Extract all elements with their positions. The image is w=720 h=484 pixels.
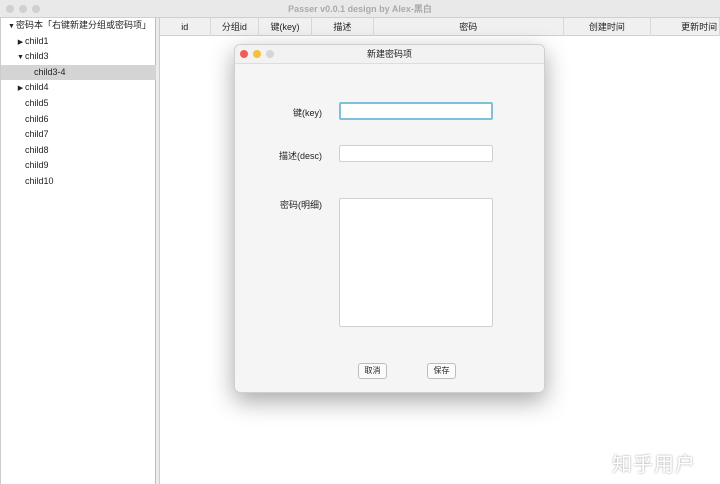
dialog-minimize-button[interactable] xyxy=(253,50,261,58)
window-titlebar: Passer v0.0.1 design by Alex-黑白 xyxy=(0,0,720,18)
watermark: 知乎用户 xyxy=(612,454,696,476)
dialog-titlebar: 新建密码项 xyxy=(235,45,544,64)
new-password-dialog: 新建密码项 键(key) 描述(desc) 密码(明细) 取消 保存 xyxy=(234,44,545,393)
desc-input[interactable] xyxy=(339,145,493,162)
column-header-updated[interactable]: 更新时间 xyxy=(651,18,720,36)
dialog-zoom-button[interactable] xyxy=(266,50,274,58)
column-header-id[interactable]: id xyxy=(160,18,211,36)
password-textarea[interactable] xyxy=(339,198,493,327)
chevron-down-icon[interactable]: ▼ xyxy=(16,50,25,66)
column-header-key[interactable]: 键(key) xyxy=(259,18,312,36)
tree-item-label: child8 xyxy=(25,144,49,155)
tree-item[interactable]: child8 xyxy=(1,143,156,159)
cancel-button[interactable]: 取消 xyxy=(358,363,387,379)
tree-item[interactable]: child6 xyxy=(1,112,156,128)
tree-root-label: 密码本「右键新建分组或密码项」 xyxy=(16,20,152,30)
dialog-title: 新建密码项 xyxy=(366,49,412,59)
save-button[interactable]: 保存 xyxy=(427,363,456,379)
key-input[interactable] xyxy=(339,102,493,120)
tree-item-label: child5 xyxy=(25,98,49,108)
window-title: Passer v0.0.1 design by Alex-黑白 xyxy=(288,4,432,14)
tree-item-label: child9 xyxy=(25,160,49,171)
tree-item[interactable]: child3-4 xyxy=(1,64,156,81)
tree-item[interactable]: ▶ child4 xyxy=(1,80,156,96)
key-label: 键(key) xyxy=(293,108,322,118)
column-header-desc[interactable]: 描述 xyxy=(312,18,374,36)
chevron-down-icon[interactable]: ▼ xyxy=(7,19,16,35)
tree-item-label: child10 xyxy=(25,176,54,186)
tree-sidebar: ▼密码本「右键新建分组或密码项」 ▶ child1 ▼child3 child3-4 ▶… xyxy=(0,18,156,484)
tree-item-label: child3 xyxy=(25,51,49,62)
tree-item[interactable]: child7 xyxy=(1,127,156,143)
tree-item-label: child6 xyxy=(25,113,49,124)
tree-item-label: child4 xyxy=(25,82,49,93)
desc-label: 描述(desc) xyxy=(278,151,322,161)
tree-item[interactable]: child10 xyxy=(1,174,156,190)
tree-item-label: child7 xyxy=(25,129,49,140)
tree-root[interactable]: ▼密码本「右键新建分组或密码项」 xyxy=(7,18,162,34)
column-header-created[interactable]: 创建时间 xyxy=(564,18,652,36)
column-header-password[interactable]: 密码 xyxy=(374,18,564,36)
tree-item-label: child1 xyxy=(25,35,49,46)
column-header-group-id[interactable]: 分组id xyxy=(211,18,260,36)
tree-item[interactable]: ▶ child1 xyxy=(1,34,156,50)
zoom-window-button[interactable] xyxy=(32,5,40,13)
tree-item-label: child3-4 xyxy=(34,66,66,77)
close-window-button[interactable] xyxy=(6,5,14,13)
tree-item[interactable]: child9 xyxy=(1,158,156,174)
chevron-right-icon[interactable]: ▶ xyxy=(16,81,25,97)
table-header: id 分组id 键(key) 描述 密码 创建时间 更新时间 xyxy=(160,18,720,36)
splitter[interactable] xyxy=(156,18,160,484)
chevron-right-icon[interactable]: ▶ xyxy=(16,35,25,51)
tree-item[interactable]: child5 xyxy=(1,96,156,112)
tree-item[interactable]: ▼child3 xyxy=(1,49,156,65)
minimize-window-button[interactable] xyxy=(19,5,27,13)
password-label: 密码(明细) xyxy=(280,200,322,210)
dialog-close-button[interactable] xyxy=(240,50,248,58)
